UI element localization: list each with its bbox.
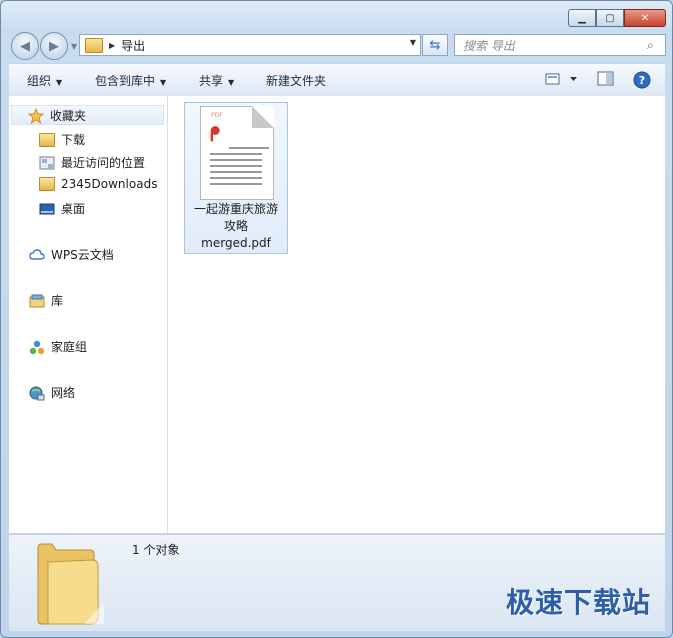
- text-line-icon: [210, 177, 262, 179]
- pdf-file-icon: PDF ᖰ: [200, 106, 274, 200]
- preview-pane-button[interactable]: [597, 71, 615, 90]
- desktop-icon: [39, 202, 55, 216]
- new-folder-button[interactable]: 新建文件夹: [266, 72, 326, 89]
- nav-item-label: 下载: [61, 133, 86, 147]
- nav-item-label: 最近访问的位置: [61, 156, 146, 170]
- nav-item-library[interactable]: 库: [29, 292, 63, 309]
- address-dropdown-icon[interactable]: ▼: [410, 38, 416, 47]
- nav-item-label: 库: [51, 294, 64, 308]
- downloads-folder-icon: [39, 132, 55, 147]
- preview-pane-icon: [597, 71, 614, 86]
- network-icon: [29, 386, 45, 400]
- search-box[interactable]: 搜索 导出 ⌕: [454, 34, 666, 56]
- nav-item-label: 2345Downloads: [61, 177, 158, 191]
- file-item-pdf[interactable]: PDF ᖰ 一起游重庆旅游 攻略 merged.pdf: [184, 102, 288, 254]
- nav-item-favorites[interactable]: 收藏夹: [11, 105, 164, 125]
- search-icon[interactable]: ⌕: [647, 38, 665, 53]
- view-options-button[interactable]: [545, 71, 579, 90]
- nav-item-label: 网络: [51, 386, 76, 400]
- file-name-line: 一起游重庆旅游: [193, 202, 278, 216]
- text-line-icon: [229, 147, 269, 149]
- nav-item-label: 家庭组: [51, 340, 88, 354]
- recent-places-icon: [39, 156, 55, 170]
- nav-item-downloads[interactable]: 下载: [39, 131, 85, 148]
- svg-text:?: ?: [639, 74, 645, 87]
- folder-icon: [85, 37, 103, 53]
- large-folder-icon: [34, 540, 106, 625]
- nav-item-wps-cloud[interactable]: WPS云文档: [29, 246, 114, 263]
- window-controls: ▁ ▢ ✕: [568, 9, 666, 27]
- text-line-icon: [210, 159, 262, 161]
- search-input[interactable]: 搜索 导出: [455, 37, 647, 54]
- close-button[interactable]: ✕: [624, 9, 666, 27]
- nav-item-homegroup[interactable]: 家庭组: [29, 338, 87, 355]
- back-button[interactable]: ◀: [11, 32, 39, 60]
- item-count: 1 个对象: [132, 543, 180, 557]
- text-line-icon: [210, 183, 262, 185]
- cloud-icon: [29, 248, 45, 262]
- details-pane: 1 个对象 极速下载站: [9, 534, 665, 631]
- text-line-icon: [210, 153, 262, 155]
- view-icon: [545, 73, 577, 85]
- watermark-logo: 极速下载站: [505, 586, 651, 619]
- homegroup-icon: [29, 340, 45, 354]
- new-folder-label: 新建文件夹: [266, 74, 327, 88]
- file-name-line: merged.pdf: [201, 236, 271, 250]
- star-icon: [27, 107, 45, 125]
- maximize-button[interactable]: ▢: [596, 9, 624, 27]
- nav-item-label: 桌面: [61, 202, 86, 216]
- navigation-pane: 收藏夹 下载 最近访问的位置 2345Downloads 桌面 WPS云文档 库: [9, 96, 168, 533]
- pdf-logo-icon: ᖰ: [210, 122, 221, 146]
- forward-arrow-icon: ▶: [49, 38, 59, 54]
- nav-item-recent[interactable]: 最近访问的位置: [39, 154, 145, 171]
- nav-item-2345downloads[interactable]: 2345Downloads: [39, 177, 157, 191]
- minimize-button[interactable]: ▁: [568, 9, 596, 27]
- nav-item-label: 收藏夹: [50, 108, 87, 123]
- navigation-buttons: ◀ ▶ ▼: [11, 32, 77, 60]
- nav-item-label: WPS云文档: [51, 248, 114, 262]
- organize-button[interactable]: 组织 ▼: [27, 72, 62, 89]
- organize-label: 组织: [27, 74, 52, 88]
- chevron-down-icon: ▼: [160, 78, 167, 87]
- breadcrumb-separator-icon[interactable]: ▶: [109, 41, 115, 50]
- refresh-icon: ⇆: [429, 37, 441, 53]
- file-name-line: 攻略: [223, 219, 248, 233]
- library-icon: [29, 294, 45, 308]
- nav-item-desktop[interactable]: 桌面: [39, 200, 85, 217]
- include-library-label: 包含到库中: [95, 74, 156, 88]
- chevron-down-icon: ▼: [228, 78, 235, 87]
- forward-button[interactable]: ▶: [40, 32, 68, 60]
- text-line-icon: [210, 165, 262, 167]
- page-fold-icon: [252, 106, 274, 128]
- file-name: 一起游重庆旅游 攻略 merged.pdf: [185, 201, 287, 252]
- chevron-down-icon: ▼: [56, 78, 63, 87]
- include-library-button[interactable]: 包含到库中 ▼: [95, 72, 166, 89]
- help-icon: ?: [633, 71, 651, 89]
- back-arrow-icon: ◀: [20, 38, 30, 54]
- text-line-icon: [210, 171, 262, 173]
- share-label: 共享: [199, 74, 224, 88]
- folder-icon: [39, 177, 55, 191]
- refresh-button[interactable]: ⇆: [422, 34, 448, 56]
- explorer-window: ▁ ▢ ✕ ◀ ▶ ▼ ▶ 导出 ▼ ⇆ 搜索 导出 ⌕ 组织 ▼ 包含到库中 ▼ …: [0, 0, 673, 638]
- nav-item-network[interactable]: 网络: [29, 384, 75, 401]
- breadcrumb-current[interactable]: 导出: [121, 37, 145, 54]
- help-button[interactable]: ?: [633, 71, 651, 92]
- recent-pages-dropdown[interactable]: ▼: [71, 42, 77, 51]
- pdf-tag-label: PDF: [211, 112, 223, 119]
- share-button[interactable]: 共享 ▼: [199, 72, 234, 89]
- command-bar: 组织 ▼ 包含到库中 ▼ 共享 ▼ 新建文件夹 ?: [9, 63, 665, 97]
- address-bar[interactable]: ▶ 导出 ▼: [79, 34, 421, 56]
